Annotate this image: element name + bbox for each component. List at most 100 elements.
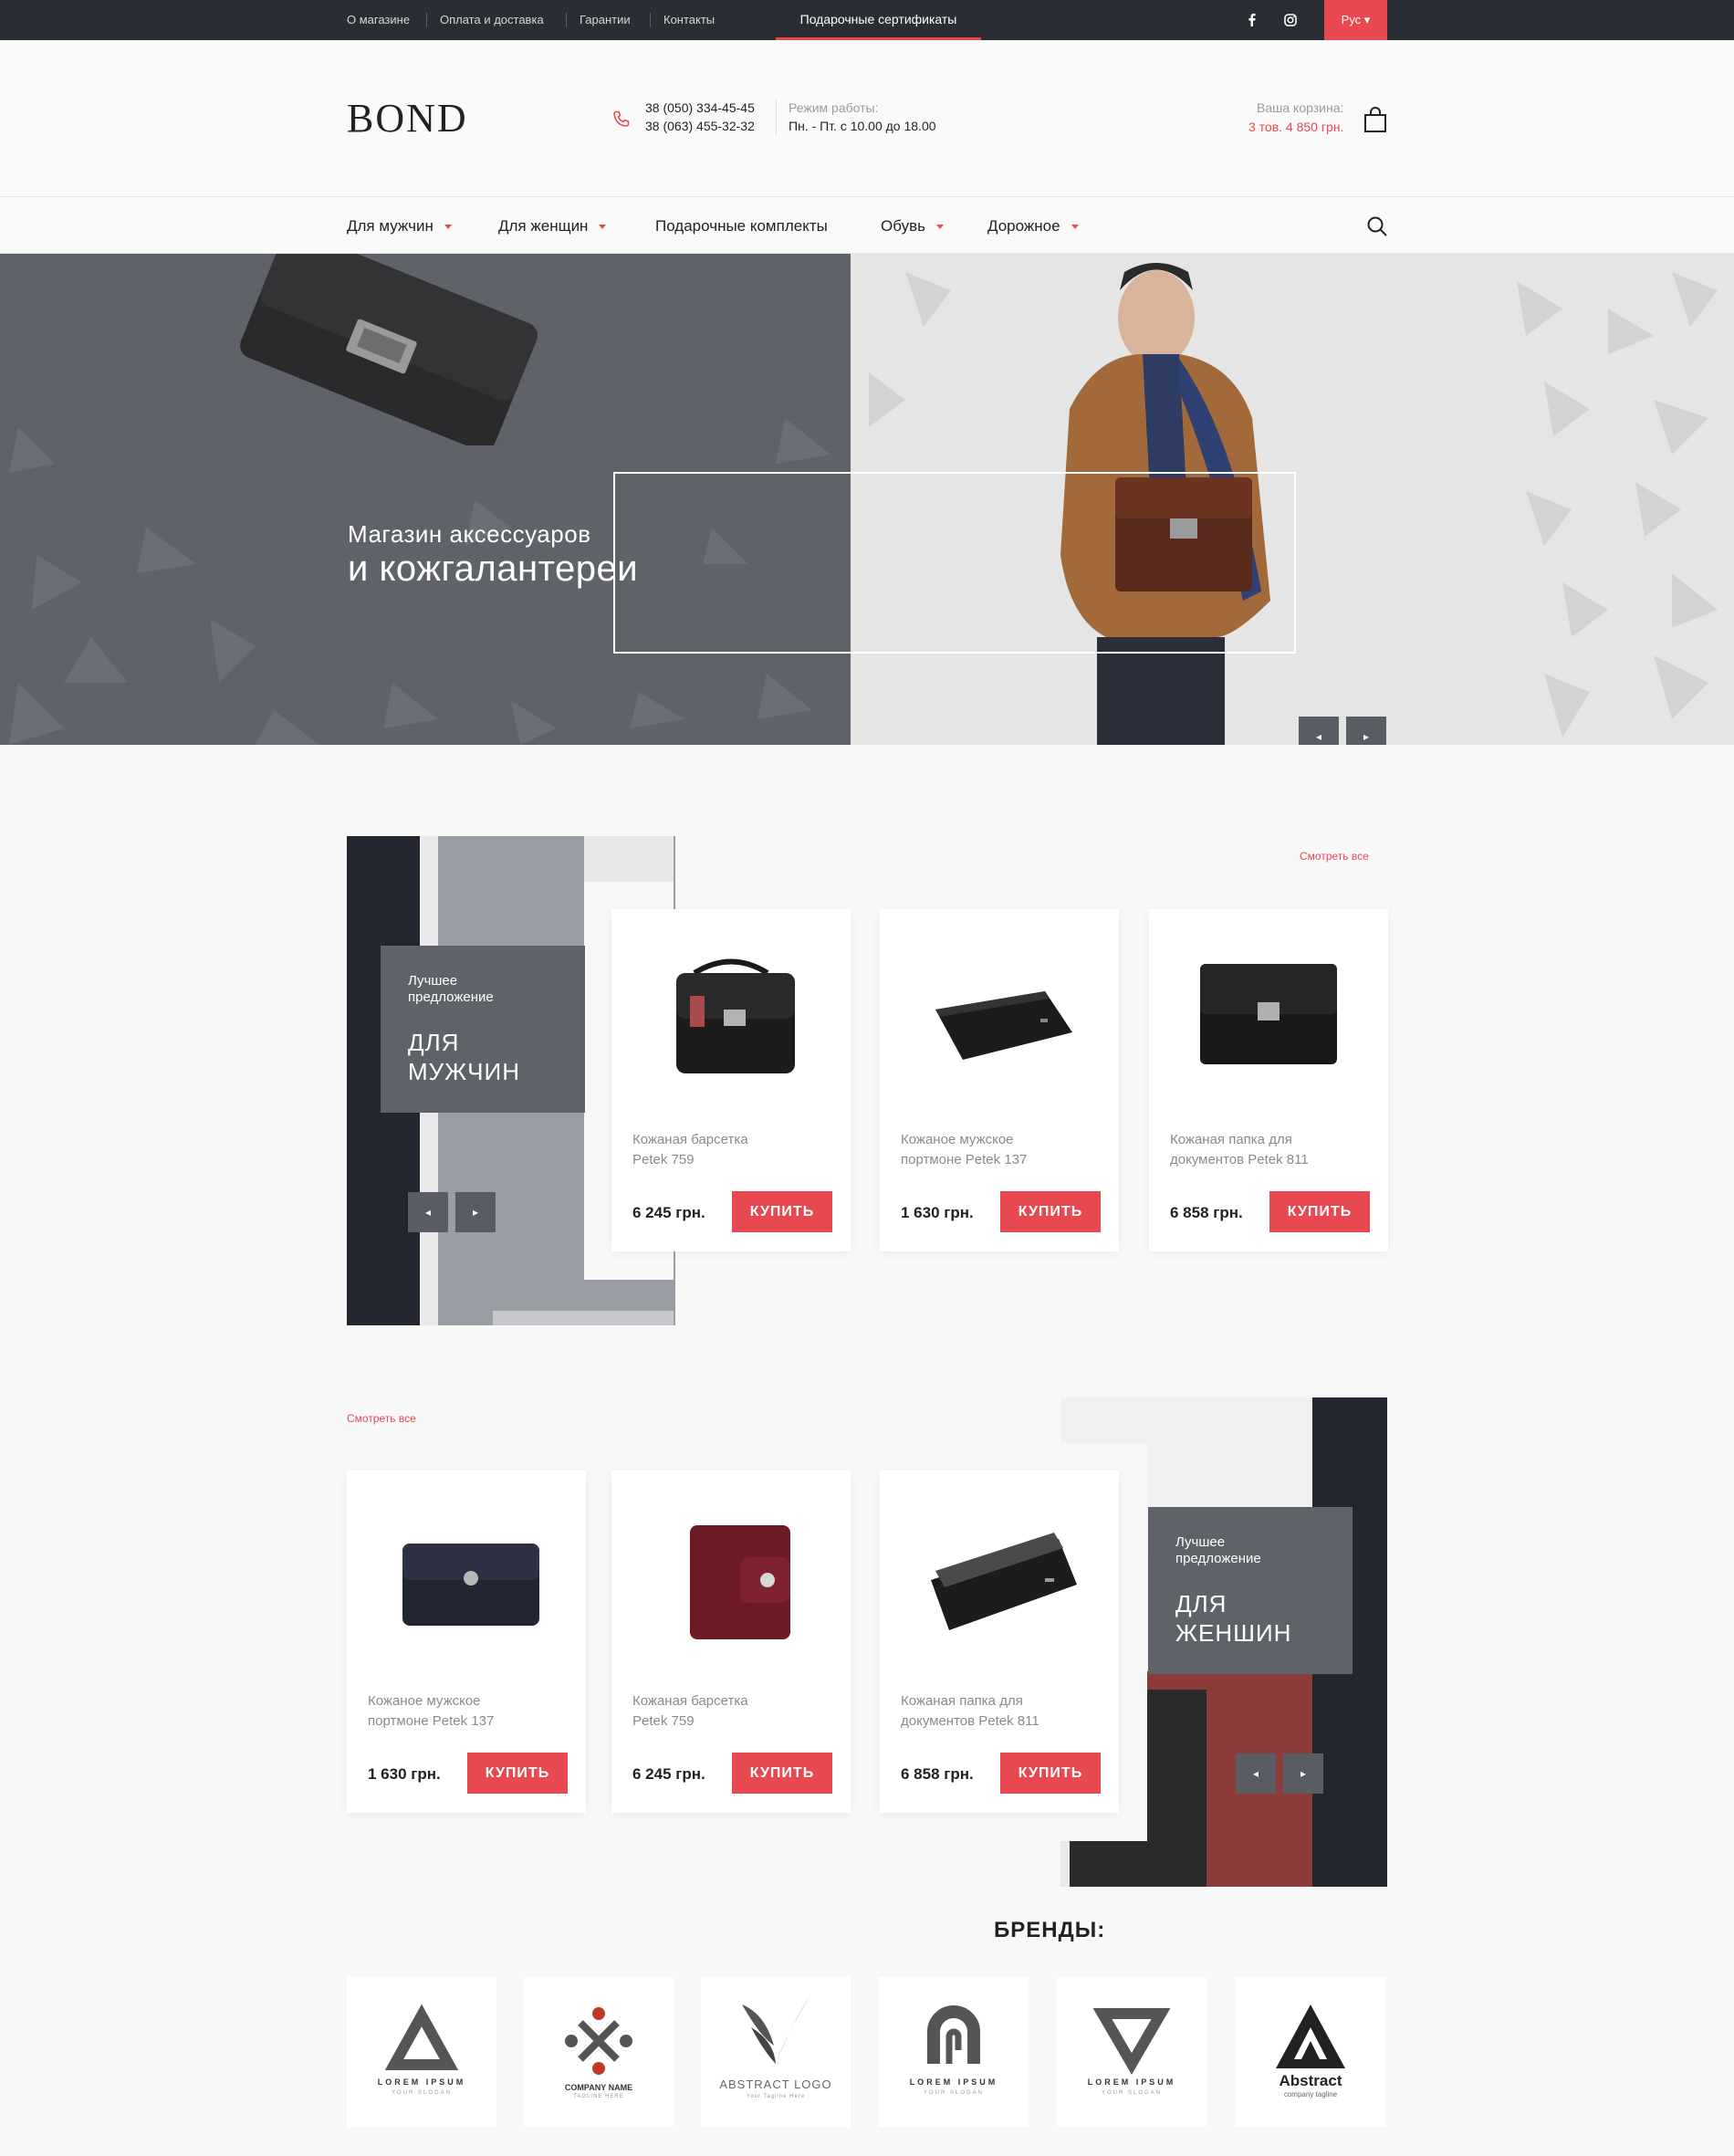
hero-frame	[613, 472, 1296, 654]
men-next-button[interactable]: ▸	[455, 1192, 496, 1232]
buy-button[interactable]: КУПИТЬ	[732, 1753, 832, 1794]
women-prev-button[interactable]: ◂	[1236, 1753, 1276, 1794]
gift-certificates-link[interactable]: Подарочные сертификаты	[776, 0, 981, 40]
men-promo-box[interactable]: Лучшее предложение ДЛЯ МУЖЧИН	[381, 946, 585, 1113]
product-price: 6 245 грн.	[632, 1204, 705, 1221]
product-name[interactable]: Кожаная барсетка Petek 759	[632, 1691, 778, 1732]
hero-subtitle: Магазин аксессуаров	[348, 520, 591, 548]
people-logo-icon	[565, 2007, 632, 2075]
arch-logo-icon	[927, 2005, 980, 2064]
promo-title: ДЛЯ ЖЕНШИН	[1175, 1590, 1292, 1647]
topbar-link-guarantee[interactable]: Гарантии	[580, 0, 631, 40]
brand-tagline: YOUR SLOGAN	[1101, 2090, 1162, 2096]
product-price: 6 858 грн.	[1170, 1204, 1243, 1221]
women-next-button[interactable]: ▸	[1283, 1753, 1323, 1794]
brands-title: БРЕНДЫ:	[994, 1918, 1106, 1942]
hero-prev-button[interactable]: ◂	[1299, 717, 1339, 745]
product-image-clutch	[402, 1544, 539, 1626]
nav-item-label: Подарочные комплекты	[655, 217, 828, 235]
promo-title: ДЛЯ МУЖЧИН	[408, 1029, 520, 1085]
product-card[interactable]: Кожаная папка для документов Petek 811 6…	[1149, 909, 1388, 1251]
search-icon[interactable]	[1366, 215, 1388, 237]
product-name[interactable]: Кожаная барсетка Petek 759	[632, 1130, 778, 1170]
shopping-bag-icon[interactable]	[1363, 106, 1387, 133]
divider	[426, 13, 427, 27]
brand-name: LOREM IPSUM	[909, 2078, 998, 2087]
language-selector[interactable]: Рус ▾	[1324, 0, 1387, 40]
nav-item-label: Дорожное	[987, 217, 1060, 235]
model-bg	[493, 1311, 674, 1325]
buy-button[interactable]: КУПИТЬ	[1269, 1191, 1370, 1232]
caret-down-icon	[935, 225, 944, 230]
v-logo-icon	[1092, 2008, 1171, 2075]
wing-logo-icon	[742, 1995, 810, 2064]
buy-button[interactable]: КУПИТЬ	[732, 1191, 832, 1232]
brand-logo[interactable]: Abstract company tagline	[1236, 1977, 1385, 2127]
product-card[interactable]: Кожаная барсетка Petek 759 6 245 грн. КУ…	[611, 1470, 851, 1813]
product-image-purse	[690, 1525, 790, 1639]
nav-item-label: Обувь	[881, 217, 925, 235]
brand-logo[interactable]: COMPANY NAME TAGLINE HERE	[524, 1977, 674, 2127]
product-name[interactable]: Кожаная папка для документов Petek 811	[901, 1691, 1083, 1732]
nav-item-men[interactable]: Для мужчин	[347, 198, 452, 254]
topbar-link-contacts[interactable]: Контакты	[663, 0, 715, 40]
men-view-all-link[interactable]: Смотреть все	[1300, 850, 1369, 863]
divider	[650, 13, 651, 27]
brand-tagline: TAGLINE HERE	[573, 2094, 624, 2099]
instagram-icon[interactable]	[1281, 11, 1300, 29]
brand-tagline: company tagline	[1283, 2090, 1338, 2098]
product-card[interactable]: Кожаное мужское портмоне Petek 137 1 630…	[347, 1470, 586, 1813]
brand-tagline: YOUR SLOGAN	[923, 2090, 984, 2096]
hero-next-button[interactable]: ▸	[1346, 717, 1386, 745]
caret-down-icon	[444, 225, 452, 230]
product-price: 6 858 грн.	[901, 1765, 974, 1783]
product-name[interactable]: Кожаная папка для документов Petek 811	[1170, 1130, 1353, 1170]
product-card[interactable]: Кожаное мужское портмоне Petek 137 1 630…	[880, 909, 1119, 1251]
hero-slider: Магазин аксессуаров и кожгалантереи ◂ ▸	[0, 254, 1734, 745]
triangle-logo-icon	[384, 2004, 459, 2070]
cart-value[interactable]: 3 тов. 4 850 грн.	[1248, 120, 1343, 134]
nav-item-label: Для мужчин	[347, 217, 434, 235]
nav-item-travel[interactable]: Дорожное	[987, 198, 1079, 254]
nav-item-gift-sets[interactable]: Подарочные комплекты	[655, 198, 828, 254]
product-name[interactable]: Кожаное мужское портмоне Petek 137	[368, 1691, 514, 1732]
brand-logo[interactable]: LOREM IPSUM YOUR SLOGAN	[879, 1977, 1029, 2127]
product-image-barsetka	[676, 958, 795, 1073]
header: BOND 38 (050) 334-45-45 38 (063) 455-32-…	[0, 40, 1734, 197]
a-logo-icon	[1276, 2004, 1345, 2068]
product-card[interactable]: Кожаная папка для документов Petek 811 6…	[880, 1470, 1119, 1813]
briefcase-image	[215, 254, 562, 452]
phone-icon	[611, 110, 632, 130]
site-logo[interactable]: BOND	[347, 95, 468, 141]
brand-logo[interactable]: LOREM IPSUM YOUR SLOGAN	[1057, 1977, 1206, 2127]
buy-button[interactable]: КУПИТЬ	[1000, 1191, 1101, 1232]
topbar-link-about[interactable]: О магазине	[347, 0, 410, 40]
brand-tagline: YOUR SLOGAN	[391, 2090, 452, 2096]
divider	[776, 99, 777, 136]
brand-name: ABSTRACT LOGO	[719, 2078, 832, 2091]
men-prev-button[interactable]: ◂	[408, 1192, 448, 1232]
brand-name: LOREM IPSUM	[377, 2078, 466, 2087]
nav-item-shoes[interactable]: Обувь	[881, 198, 944, 254]
phone-number-1[interactable]: 38 (050) 334-45-45	[645, 100, 755, 115]
women-view-all-link[interactable]: Смотреть все	[347, 1412, 416, 1425]
caret-down-icon	[599, 225, 607, 230]
product-card[interactable]: Кожаная барсетка Petek 759 6 245 грн. КУ…	[611, 909, 851, 1251]
product-price: 6 245 грн.	[632, 1765, 705, 1783]
buy-button[interactable]: КУПИТЬ	[467, 1753, 568, 1794]
buy-button[interactable]: КУПИТЬ	[1000, 1753, 1101, 1794]
product-price: 1 630 грн.	[368, 1765, 441, 1783]
hours-value: Пн. - Пт. с 10.00 до 18.00	[789, 119, 936, 133]
hours-label: Режим работы:	[789, 100, 879, 115]
brand-logo[interactable]: LOREM IPSUM YOUR SLOGAN	[347, 1977, 496, 2127]
women-promo-box[interactable]: Лучшее предложение ДЛЯ ЖЕНШИН	[1148, 1507, 1353, 1674]
main-nav: Для мужчин Для женщин Подарочные комплек…	[0, 198, 1734, 254]
phone-number-2[interactable]: 38 (063) 455-32-32	[645, 119, 755, 133]
product-name[interactable]: Кожаное мужское портмоне Petek 137	[901, 1130, 1047, 1170]
facebook-icon[interactable]	[1243, 11, 1261, 29]
nav-item-women[interactable]: Для женщин	[498, 198, 607, 254]
brand-tagline: Your Tagline Here	[746, 2094, 806, 2099]
brand-logo[interactable]: ABSTRACT LOGO Your Tagline Here	[701, 1977, 851, 2127]
top-bar: О магазине Оплата и доставка Гарантии Ко…	[0, 0, 1734, 40]
topbar-link-delivery[interactable]: Оплата и доставка	[440, 0, 544, 40]
